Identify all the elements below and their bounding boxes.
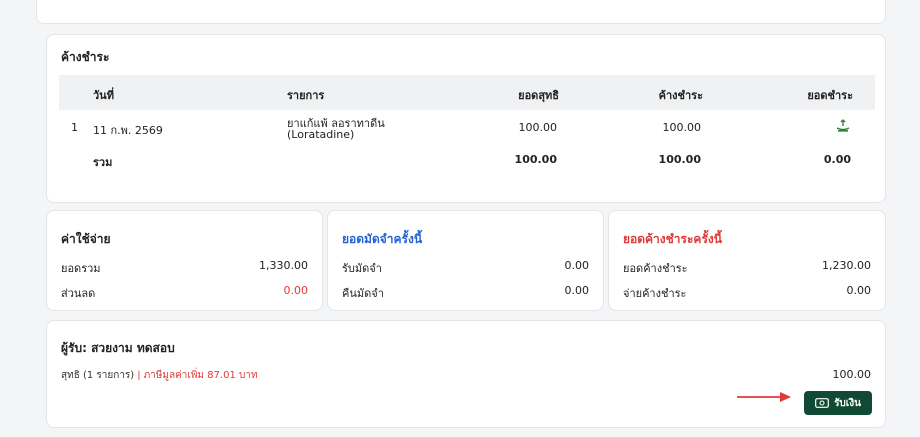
row-due: 100.00	[662, 121, 702, 134]
row-number: 1	[71, 121, 78, 134]
deposit-refund-label: คืนมัดจำ	[342, 287, 384, 300]
expenses-card: ค่าใช้จ่าย ยอดรวม 1,330.00 ส่วนลด 0.00	[46, 210, 323, 311]
annotation-arrow-icon	[737, 392, 791, 402]
deposit-receive-value: 0.00	[564, 259, 590, 272]
current-due-card: ยอดค้างชำระครั้งนี้ ยอดค้างชำระ 1,230.00…	[608, 210, 886, 311]
net-separator: |	[137, 370, 141, 381]
receive-money-button[interactable]: รับเงิน	[804, 391, 872, 415]
current-due-label: ยอดค้างชำระ	[623, 262, 688, 275]
cash-icon	[815, 398, 829, 408]
total-due: 100.00	[658, 153, 701, 166]
net-total: 100.00	[832, 368, 872, 381]
total-label: รวม	[93, 156, 113, 169]
expenses-discount-label: ส่วนลด	[61, 287, 96, 300]
expenses-title: ค่าใช้จ่าย	[61, 232, 111, 246]
outstanding-title: ค้างชำระ	[61, 50, 110, 64]
col-item: รายการ	[287, 89, 325, 102]
col-date: วันที่	[93, 89, 114, 102]
col-pay: ยอดชำระ	[807, 89, 853, 102]
deposit-refund-value: 0.00	[564, 284, 590, 297]
outstanding-card: ค้างชำระ วันที่ รายการ ยอดสุทธิ ค้างชำระ…	[46, 34, 886, 203]
table-header: วันที่ รายการ ยอดสุทธิ ค้างชำระ ยอดชำระ	[59, 75, 875, 110]
expenses-total-label: ยอดรวม	[61, 262, 101, 275]
deposit-receive-label: รับมัดจำ	[342, 262, 382, 275]
receiver-card: ผู้รับ: สวยงาม ทดสอบ สุทธิ (1 รายการ) | ภา…	[46, 320, 886, 428]
deposit-card: ยอดมัดจำครั้งนี้ รับมัดจำ 0.00 คืนมัดจำ …	[327, 210, 604, 311]
col-net: ยอดสุทธิ	[518, 89, 559, 102]
previous-card-bottom	[36, 0, 886, 24]
cash-icon[interactable]	[835, 119, 851, 133]
net-label: สุทธิ (1 รายการ)	[61, 370, 135, 381]
expenses-discount-value: 0.00	[283, 284, 309, 297]
current-due-value: 1,230.00	[822, 259, 871, 272]
row-item-generic: (Loratadine)	[287, 128, 355, 141]
col-due: ค้างชำระ	[658, 89, 703, 102]
deposit-title: ยอดมัดจำครั้งนี้	[342, 232, 423, 246]
current-due-title: ยอดค้างชำระครั้งนี้	[623, 232, 722, 246]
row-date: 11 ก.พ. 2569	[93, 124, 163, 137]
expenses-total-value: 1,330.00	[259, 259, 308, 272]
total-pay: 0.00	[823, 153, 851, 166]
receiver-title: ผู้รับ: สวยงาม ทดสอบ	[61, 341, 175, 355]
row-net: 100.00	[518, 121, 558, 134]
current-pay-label: จ่ายค้างชำระ	[623, 287, 687, 300]
net-summary: สุทธิ (1 รายการ) | ภาษีมูลค่าเพิ่ม 87.01 บ…	[61, 368, 258, 383]
current-pay-value: 0.00	[846, 284, 872, 297]
vat-text: ภาษีมูลค่าเพิ่ม 87.01 บาท	[143, 370, 258, 381]
receive-money-label: รับเงิน	[834, 397, 861, 409]
total-net: 100.00	[514, 153, 557, 166]
